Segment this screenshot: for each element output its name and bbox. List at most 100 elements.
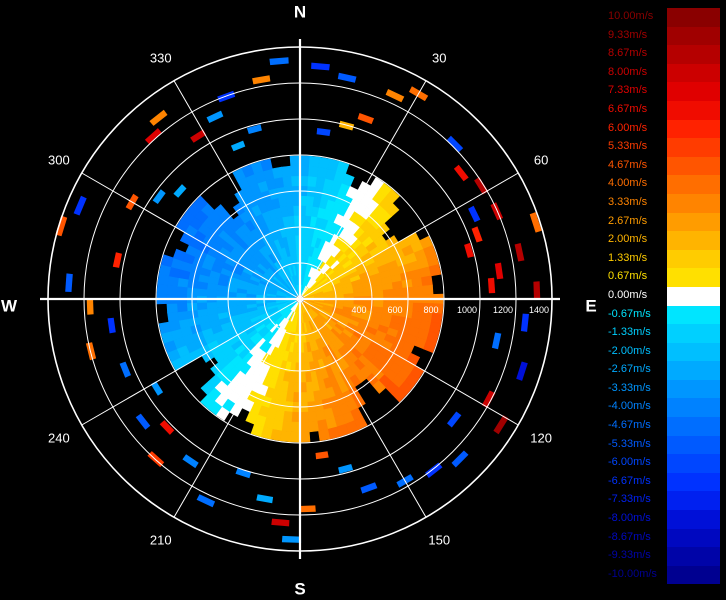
radar-cell xyxy=(156,283,168,295)
radar-cell xyxy=(196,301,208,311)
radar-cell xyxy=(281,420,292,433)
legend-label: -6.67m/s xyxy=(608,474,651,487)
legend-swatch xyxy=(667,138,720,157)
echo-cell xyxy=(357,113,374,125)
legend-entry: 0.00m/s xyxy=(604,286,724,306)
bearing-label: 210 xyxy=(150,533,172,548)
legend-label: 4.00m/s xyxy=(608,177,648,190)
echo-cell xyxy=(149,109,168,126)
legend-label: 6.00m/s xyxy=(608,121,648,134)
radar-cell xyxy=(412,302,424,313)
legend-entry: -8.67m/s xyxy=(604,528,724,548)
radar-cell xyxy=(428,264,442,277)
radar-cell xyxy=(291,411,301,423)
radar-cell xyxy=(315,409,326,422)
echo-cell xyxy=(468,205,481,223)
legend-entry: 0.67m/s xyxy=(604,268,724,287)
radar-cell xyxy=(286,205,295,217)
radar-cell xyxy=(290,421,301,433)
echo-cell xyxy=(159,420,175,435)
legend-swatch xyxy=(667,63,720,83)
echo-cell xyxy=(491,332,502,350)
legend-label: -1.33m/s xyxy=(608,326,651,339)
echo-cell xyxy=(252,75,271,85)
echo-cell xyxy=(360,482,378,494)
legend-swatch xyxy=(667,212,720,232)
echo-cell xyxy=(85,342,97,361)
bearing-label: 330 xyxy=(150,50,172,65)
legend-entry: 2.67m/s xyxy=(604,212,724,232)
legend-entry: 7.33m/s xyxy=(604,82,724,101)
legend-swatch xyxy=(667,231,720,250)
legend-entry: -10.00m/s xyxy=(604,565,724,585)
legend-swatch xyxy=(667,82,720,101)
legend-entry: 4.00m/s xyxy=(604,175,724,194)
legend-label: 2.00m/s xyxy=(608,233,648,246)
legend-swatch xyxy=(667,45,720,64)
echo-cell xyxy=(490,202,504,221)
echo-cell xyxy=(451,450,469,468)
legend-entry: 4.67m/s xyxy=(604,156,724,176)
echo-cell xyxy=(299,505,316,513)
legend-swatch xyxy=(667,379,720,399)
echo-cell xyxy=(494,262,504,280)
legend-entry: 9.33m/s xyxy=(604,26,724,46)
legend-swatch xyxy=(667,398,720,418)
legend-swatch xyxy=(667,26,720,46)
radar-cell xyxy=(176,302,188,313)
legend-entry: -6.67m/s xyxy=(604,472,724,492)
legend-label: -8.00m/s xyxy=(608,512,651,525)
legend-swatch xyxy=(667,286,720,306)
grid-layer xyxy=(40,39,560,559)
echo-cell xyxy=(206,110,224,123)
legend-entry: -9.33m/s xyxy=(604,547,724,566)
echo-cell xyxy=(315,451,329,460)
legend-swatch xyxy=(667,342,720,362)
radar-cell xyxy=(167,311,179,323)
legend-label: 10.00m/s xyxy=(608,10,654,22)
radar-cell xyxy=(299,155,311,167)
legend-entry: -2.67m/s xyxy=(604,361,724,380)
legend-label: 4.67m/s xyxy=(608,158,648,171)
compass-east: E xyxy=(585,297,596,316)
radar-cell xyxy=(308,155,321,168)
compass-north: N xyxy=(294,3,306,22)
legend-label: 0.00m/s xyxy=(608,288,648,301)
legend-label: -4.67m/s xyxy=(608,419,651,432)
legend-swatch xyxy=(667,8,720,27)
radar-cell xyxy=(288,215,296,227)
echo-cell xyxy=(385,89,405,103)
legend-entry: 3.33m/s xyxy=(604,193,724,213)
legend-swatch xyxy=(667,547,720,566)
echo-cell xyxy=(487,277,496,294)
radar-cell xyxy=(421,275,433,287)
echo-cell xyxy=(144,128,162,145)
legend-label: -9.33m/s xyxy=(608,549,651,562)
legend-label: 8.00m/s xyxy=(608,65,648,78)
legend-entry: 6.67m/s xyxy=(604,100,724,120)
legend-entry: -4.00m/s xyxy=(604,398,724,418)
legend-entry: -0.67m/s xyxy=(604,305,724,325)
radar-cell xyxy=(235,300,247,307)
radar-cell xyxy=(412,285,424,296)
legend-label: -6.00m/s xyxy=(608,456,651,469)
polar-radar-plot: N S E W 30 60 120 150 210 240 300 330 400 600 800 1000 1… xyxy=(1,3,597,599)
echo-cell xyxy=(338,464,354,474)
echo-cell xyxy=(471,226,483,243)
compass-south: S xyxy=(294,580,305,599)
echo-cell xyxy=(152,189,166,204)
radar-cell xyxy=(299,165,310,177)
radar-cell xyxy=(373,289,384,297)
radar-cell xyxy=(291,175,301,187)
echo-cell xyxy=(316,128,331,136)
bearing-label: 300 xyxy=(48,152,70,167)
radar-cell xyxy=(176,285,188,296)
legend-swatch xyxy=(667,361,720,380)
radar-cell xyxy=(422,284,434,296)
echo-cell xyxy=(337,72,357,83)
legend-entry: 8.67m/s xyxy=(604,45,724,64)
range-label: 1200 xyxy=(493,305,513,315)
echo-cell xyxy=(453,164,469,182)
legend-swatch xyxy=(667,472,720,492)
radar-cell xyxy=(282,175,293,188)
